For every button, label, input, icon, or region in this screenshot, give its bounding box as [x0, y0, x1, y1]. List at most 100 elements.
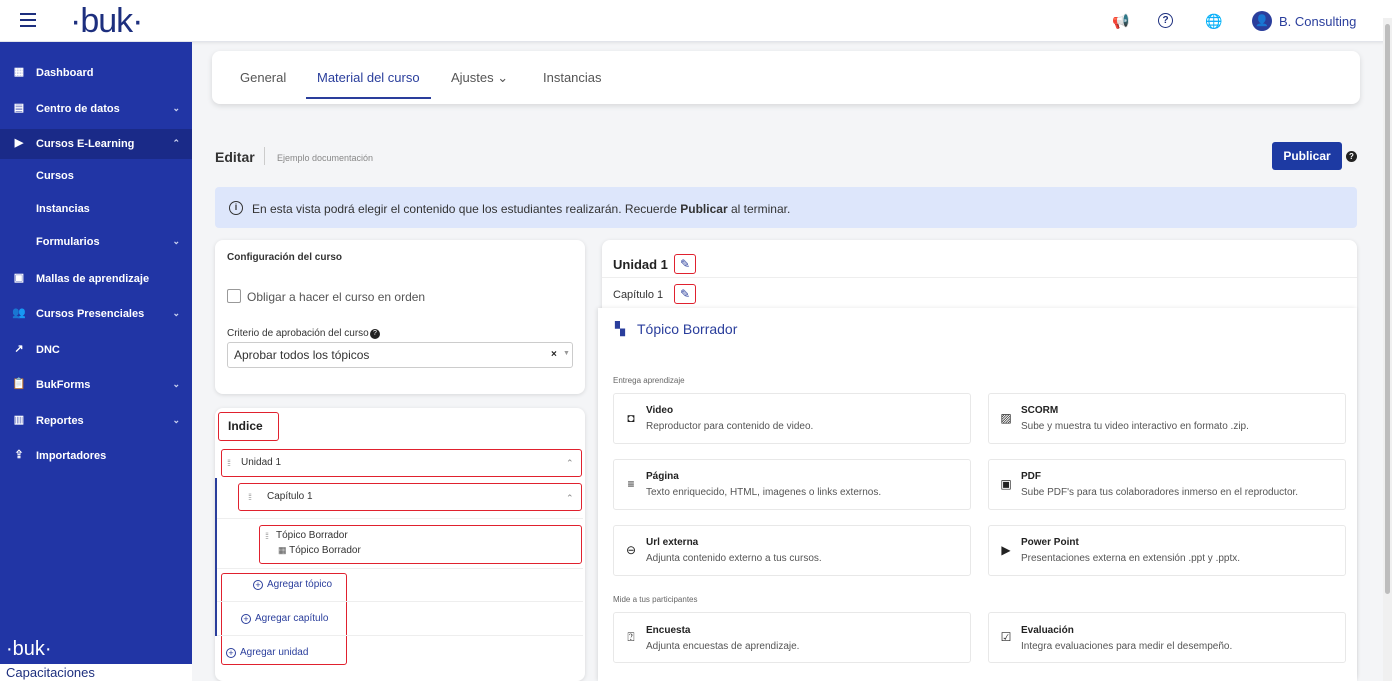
- option-video[interactable]: [613, 393, 971, 444]
- widgets-icon: ▚: [615, 321, 625, 336]
- info-text: En esta vista podrá elegir el contenido …: [252, 202, 791, 216]
- grid-icon: ▦: [278, 545, 287, 555]
- option-evaluacion[interactable]: [988, 612, 1346, 663]
- tab-material-curso[interactable]: Material del curso: [306, 60, 431, 99]
- pdf-icon: ▣: [1000, 477, 1012, 491]
- chart-icon: ↗: [14, 343, 24, 355]
- option-desc: Adjunta contenido externo a tus cursos.: [646, 553, 822, 564]
- presentation-icon: ▶: [1001, 543, 1011, 557]
- divider: [602, 277, 1357, 278]
- sidebar-item-dashboard[interactable]: ▦ Dashboard: [0, 58, 192, 88]
- order-checkbox-label[interactable]: Obligar a hacer el curso en orden: [247, 290, 425, 304]
- chevron-down-icon[interactable]: ▼: [563, 350, 570, 357]
- chevron-down-icon: ⌄: [172, 103, 180, 113]
- buk-logo[interactable]: ·buk·: [70, 2, 143, 41]
- megaphone-icon[interactable]: 📢: [1112, 12, 1130, 30]
- dashboard-icon: ▦: [13, 66, 25, 78]
- option-desc: Presentaciones externa en extensión .ppt…: [1021, 553, 1241, 564]
- page-title: Editar: [215, 149, 255, 165]
- chevron-down-icon: ⌄: [172, 415, 180, 425]
- order-checkbox[interactable]: [227, 289, 241, 303]
- option-title: Evaluación: [1021, 625, 1074, 636]
- sidebar-subitem-cursos[interactable]: Cursos: [0, 162, 192, 190]
- tab-ajustes[interactable]: Ajustes ⌄: [451, 70, 508, 86]
- plus-circle-icon: +: [226, 648, 236, 658]
- criterio-select-value: Aprobar todos los tópicos: [234, 348, 370, 362]
- help-icon[interactable]: ?: [1158, 13, 1173, 28]
- option-title: Página: [646, 471, 679, 482]
- editor-unit-title: Unidad 1: [613, 257, 668, 272]
- plus-circle-icon: +: [241, 614, 251, 624]
- topic-title: Tópico Borrador: [637, 321, 738, 337]
- sidebar-subitem-formularios[interactable]: Formularios ⌄: [0, 228, 192, 256]
- sidebar-item-importadores[interactable]: ⇪ Importadores: [0, 441, 192, 471]
- section-label: Entrega aprendizaje: [613, 376, 685, 385]
- edit-unit-pencil-icon[interactable]: ✎: [674, 254, 696, 274]
- add-chapter-link[interactable]: + Agregar capítulo: [241, 613, 328, 624]
- config-title: Configuración del curso: [227, 252, 343, 263]
- top-bar: [0, 0, 1392, 42]
- sidebar-item-cursos-elearning[interactable]: ▶ Cursos E-Learning ⌃: [0, 129, 192, 159]
- option-pagina[interactable]: [613, 459, 971, 510]
- option-title: Encuesta: [646, 625, 691, 636]
- option-title: Power Point: [1021, 537, 1079, 548]
- drag-handle-icon[interactable]: ⁞⁞: [265, 531, 269, 541]
- avatar[interactable]: 👤: [1252, 11, 1272, 31]
- chevron-up-icon[interactable]: ⌃: [566, 458, 574, 469]
- option-desc: Reproductor para contenido de video.: [646, 421, 814, 432]
- add-topic-link[interactable]: + Agregar tópico: [253, 579, 332, 590]
- divider: [217, 635, 583, 636]
- info-icon: i: [229, 201, 243, 215]
- option-url-externa[interactable]: [613, 525, 971, 576]
- option-desc: Sube y muestra tu video interactivo en f…: [1021, 421, 1249, 432]
- option-pdf[interactable]: [988, 459, 1346, 510]
- report-icon: ▥: [13, 414, 25, 426]
- topic-label: Tópico Borrador: [276, 530, 348, 541]
- book-icon: ▣: [13, 272, 25, 284]
- help-icon[interactable]: ?: [370, 329, 380, 339]
- course-name: Ejemplo documentación: [277, 153, 374, 163]
- video-camera-icon: ◘: [627, 411, 635, 425]
- option-encuesta[interactable]: [613, 612, 971, 663]
- add-unit-link[interactable]: + Agregar unidad: [226, 647, 308, 658]
- sidebar-item-cursos-presenciales[interactable]: 👥 Cursos Presenciales ⌄: [0, 299, 192, 329]
- chapter-label: Capítulo 1: [267, 491, 313, 502]
- sidebar-item-bukforms[interactable]: 📋 BukForms ⌄: [0, 370, 192, 400]
- link-icon: ⊖: [625, 543, 637, 557]
- criterio-label: Criterio de aprobación del curso: [227, 328, 369, 339]
- sidebar-item-centro-datos[interactable]: ▤ Centro de datos ⌄: [0, 94, 192, 124]
- option-power-point[interactable]: [988, 525, 1346, 576]
- divider: [217, 601, 583, 602]
- sidebar-item-reportes[interactable]: ▥ Reportes ⌄: [0, 406, 192, 436]
- menu-icon[interactable]: [20, 13, 36, 27]
- text-icon: ≡: [627, 477, 635, 491]
- chevron-up-icon[interactable]: ⌃: [566, 493, 574, 504]
- clear-icon[interactable]: ×: [551, 349, 557, 360]
- sidebar-item-dnc[interactable]: ↗ DNC: [0, 335, 192, 365]
- user-name[interactable]: B. Consulting: [1279, 14, 1356, 29]
- survey-icon: ⍰: [627, 630, 635, 644]
- import-icon: ⇪: [14, 449, 24, 461]
- option-scorm[interactable]: [988, 393, 1346, 444]
- sidebar-item-mallas[interactable]: ▣ Mallas de aprendizaje: [0, 264, 192, 294]
- sidebar-subitem-instancias[interactable]: Instancias: [0, 195, 192, 223]
- divider: [217, 518, 583, 519]
- video-icon: ▶: [14, 137, 24, 149]
- help-icon[interactable]: ?: [1346, 151, 1357, 162]
- unit-label: Unidad 1: [241, 457, 282, 468]
- drag-handle-icon[interactable]: ⁞⁞: [227, 458, 231, 468]
- clipboard-icon: 📋: [12, 378, 26, 390]
- option-desc: Sube PDF's para tus colaboradores inmers…: [1021, 487, 1299, 498]
- publish-button[interactable]: Publicar: [1272, 142, 1342, 170]
- footer-app-name: Capacitaciones: [0, 664, 192, 681]
- tab-instancias[interactable]: Instancias: [543, 70, 602, 85]
- divider: [264, 147, 265, 165]
- footer-logo: ·buk·: [6, 638, 52, 660]
- editor-chapter-title: Capítulo 1: [613, 289, 664, 301]
- option-title: SCORM: [1021, 405, 1059, 416]
- tab-general[interactable]: General: [240, 70, 286, 85]
- edit-chapter-pencil-icon[interactable]: ✎: [674, 284, 696, 304]
- globe-icon[interactable]: 🌐: [1205, 12, 1223, 30]
- page-scrollbar[interactable]: [1383, 18, 1392, 681]
- drag-handle-icon[interactable]: ⁞⁞: [248, 492, 252, 502]
